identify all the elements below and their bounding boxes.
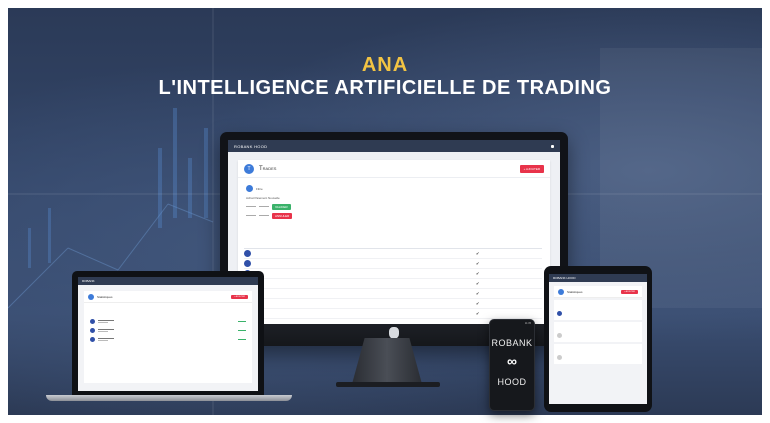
trades-card: T Trades + AJOUTER Filtre Achat Paiement… (238, 160, 550, 326)
apple-logo-icon (389, 327, 399, 339)
filters-panel: Filtre Achat Paiement Nouvelle VALIDER A… (246, 184, 306, 220)
tablet-badge-icon (558, 288, 564, 295)
monitor-app-bar: ROBANK HOOD (228, 140, 560, 152)
list-item[interactable] (84, 326, 252, 335)
list-item[interactable] (554, 300, 642, 320)
list-item[interactable] (84, 317, 252, 326)
monitor-brand: ROBANK HOOD (234, 143, 268, 149)
tablet-card-header: Statistiques + AJOUTER (554, 286, 642, 298)
item-avatar (90, 337, 95, 342)
item-avatar (557, 355, 562, 360)
item-avatar (557, 311, 562, 316)
item-avatar (557, 333, 562, 338)
add-trade-button[interactable]: + AJOUTER (519, 164, 544, 173)
laptop-app-bar: ROBANK (78, 277, 258, 285)
check-icon: ✔ (476, 251, 480, 256)
table-row[interactable]: ✔ (244, 289, 542, 299)
row-avatar (244, 260, 251, 267)
cancel-button[interactable]: ANNULER (272, 212, 293, 219)
monitor-stand-base (336, 382, 440, 387)
filter-avatar (246, 185, 253, 192)
laptop-screen: ROBANK Statistiques + AJOUTER (78, 277, 258, 391)
filter-input-4[interactable] (259, 215, 269, 216)
row-avatar (244, 250, 251, 257)
laptop-add-button[interactable]: + AJOUTER (231, 294, 248, 299)
tablet-add-button[interactable]: + AJOUTER (621, 289, 638, 294)
trades-title: Trades (259, 165, 277, 172)
filter-input-2[interactable] (259, 206, 269, 207)
check-icon: ✔ (476, 281, 480, 286)
infinity-logo-icon: ∞ (507, 353, 517, 369)
item-avatar (90, 328, 95, 333)
headline-tagline: L'INTELLIGENCE ARTIFICIELLE DE TRADING (158, 77, 612, 99)
smartphone: 11:05 ROBANK ∞ HOOD (489, 319, 535, 411)
laptop: ROBANK Statistiques + AJOUTER (72, 271, 264, 395)
list-item[interactable] (84, 335, 252, 344)
monitor-screen: ROBANK HOOD T Trades + AJOUTER Filtre Ac… (228, 140, 560, 328)
filter-input-1[interactable] (246, 206, 256, 207)
user-menu-icon[interactable] (551, 144, 554, 148)
phone-logo-word-robank: ROBANK (491, 338, 533, 348)
filter-label: Filtre (256, 186, 263, 191)
headline: ANA L'INTELLIGENCE ARTIFICIELLE DE TRADI… (8, 54, 762, 100)
table-row[interactable]: ✔ (244, 309, 542, 319)
tablet: ROBANK HOOD Statistiques + AJOUTER (544, 266, 652, 412)
tablet-app-bar: ROBANK HOOD (549, 274, 647, 282)
table-row[interactable]: ✔ (244, 279, 542, 289)
list-item[interactable] (554, 322, 642, 342)
list-item[interactable] (554, 344, 642, 364)
phone-logo-word-hood: HOOD (497, 377, 527, 387)
table-row[interactable]: ✔ (244, 299, 542, 309)
trades-badge-icon: T (244, 163, 254, 174)
trades-card-header: T Trades + AJOUTER (238, 160, 550, 178)
headline-product-name: ANA (361, 54, 409, 76)
laptop-card: Statistiques + AJOUTER (84, 291, 252, 383)
check-icon: ✔ (476, 311, 480, 316)
table-row[interactable]: ✔ (244, 249, 542, 259)
item-avatar (90, 319, 95, 324)
check-icon: ✔ (476, 301, 480, 306)
filter-sublabels: Achat Paiement Nouvelle (246, 195, 280, 200)
laptop-brand: ROBANK (82, 279, 95, 283)
tablet-card-title: Statistiques (567, 289, 583, 294)
table-row[interactable]: ✔ (244, 259, 542, 269)
check-icon: ✔ (476, 291, 480, 296)
laptop-card-header: Statistiques + AJOUTER (84, 291, 252, 303)
trades-table: ✔ ✔ ✔ ✔ ✔ ✔ ✔ (244, 240, 542, 319)
table-row[interactable]: ✔ (244, 269, 542, 279)
laptop-card-title: Statistiques (97, 294, 113, 299)
tablet-screen: ROBANK HOOD Statistiques + AJOUTER (549, 274, 647, 404)
table-header-row (244, 240, 542, 249)
desktop-monitor: ROBANK HOOD T Trades + AJOUTER Filtre Ac… (220, 132, 568, 346)
laptop-badge-icon (88, 293, 94, 300)
check-icon: ✔ (476, 261, 480, 266)
tablet-brand: ROBANK HOOD (553, 276, 576, 280)
check-icon: ✔ (476, 271, 480, 276)
filter-input-3[interactable] (246, 215, 256, 216)
validate-button[interactable]: VALIDER (272, 203, 291, 210)
phone-status-time: 11:05 (524, 322, 531, 325)
laptop-base (46, 395, 292, 401)
